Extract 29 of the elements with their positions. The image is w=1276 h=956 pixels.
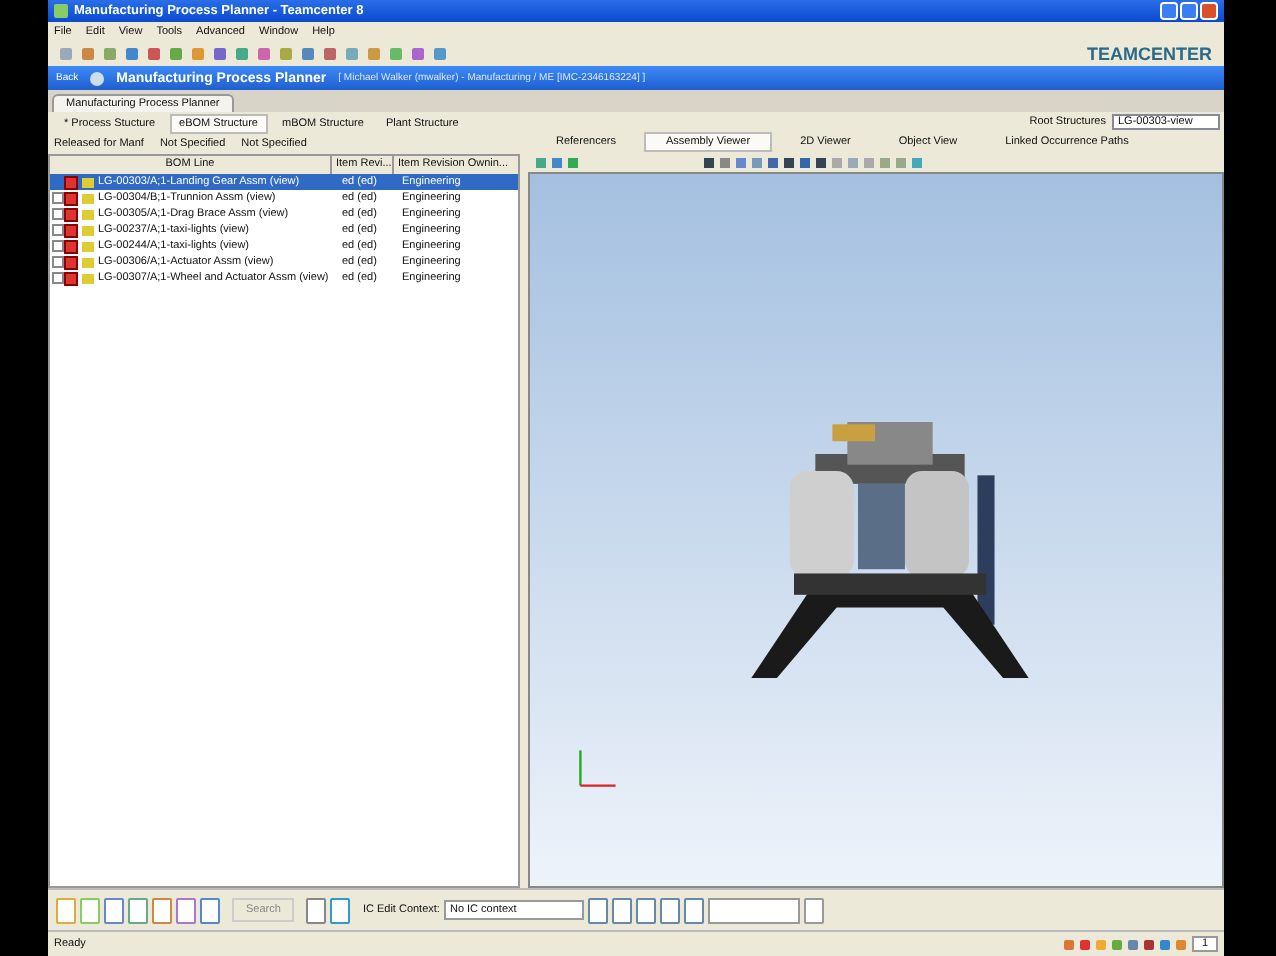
logo: TEAMCENTER	[1087, 44, 1212, 64]
toolbar-button[interactable]	[683, 897, 704, 923]
toolbar-button[interactable]	[635, 897, 656, 923]
expand-icon[interactable]	[51, 208, 63, 220]
toolbar-button[interactable]	[56, 897, 76, 923]
toolbar-button[interactable]	[104, 897, 124, 923]
toolbar-button[interactable]	[200, 897, 220, 923]
expand-icon[interactable]	[51, 224, 63, 236]
axis-triad-drawing	[574, 744, 622, 792]
input-field[interactable]	[707, 897, 800, 923]
toolbar-button[interactable]	[611, 897, 632, 923]
toolbar-button[interactable]	[176, 897, 196, 923]
toolbar-button[interactable]	[587, 897, 608, 923]
expand-icon[interactable]	[51, 256, 63, 268]
app-icon	[54, 4, 68, 18]
expand-icon[interactable]	[51, 272, 63, 284]
expand-icon[interactable]	[51, 240, 63, 252]
maximize-button[interactable]	[1180, 2, 1198, 20]
toolbar-button[interactable]	[306, 897, 327, 923]
toolbar-button[interactable]	[330, 897, 351, 923]
toolbar-button[interactable]	[803, 897, 824, 923]
minimize-button[interactable]	[1160, 2, 1178, 20]
toolbar-button[interactable]	[152, 897, 172, 923]
toolbar-button[interactable]	[80, 897, 100, 923]
toolbar-button[interactable]	[659, 897, 680, 923]
toolbar-button[interactable]	[128, 897, 148, 923]
globe-icon[interactable]	[90, 71, 105, 85]
expand-icon[interactable]	[51, 192, 63, 204]
close-button[interactable]	[1200, 2, 1218, 20]
